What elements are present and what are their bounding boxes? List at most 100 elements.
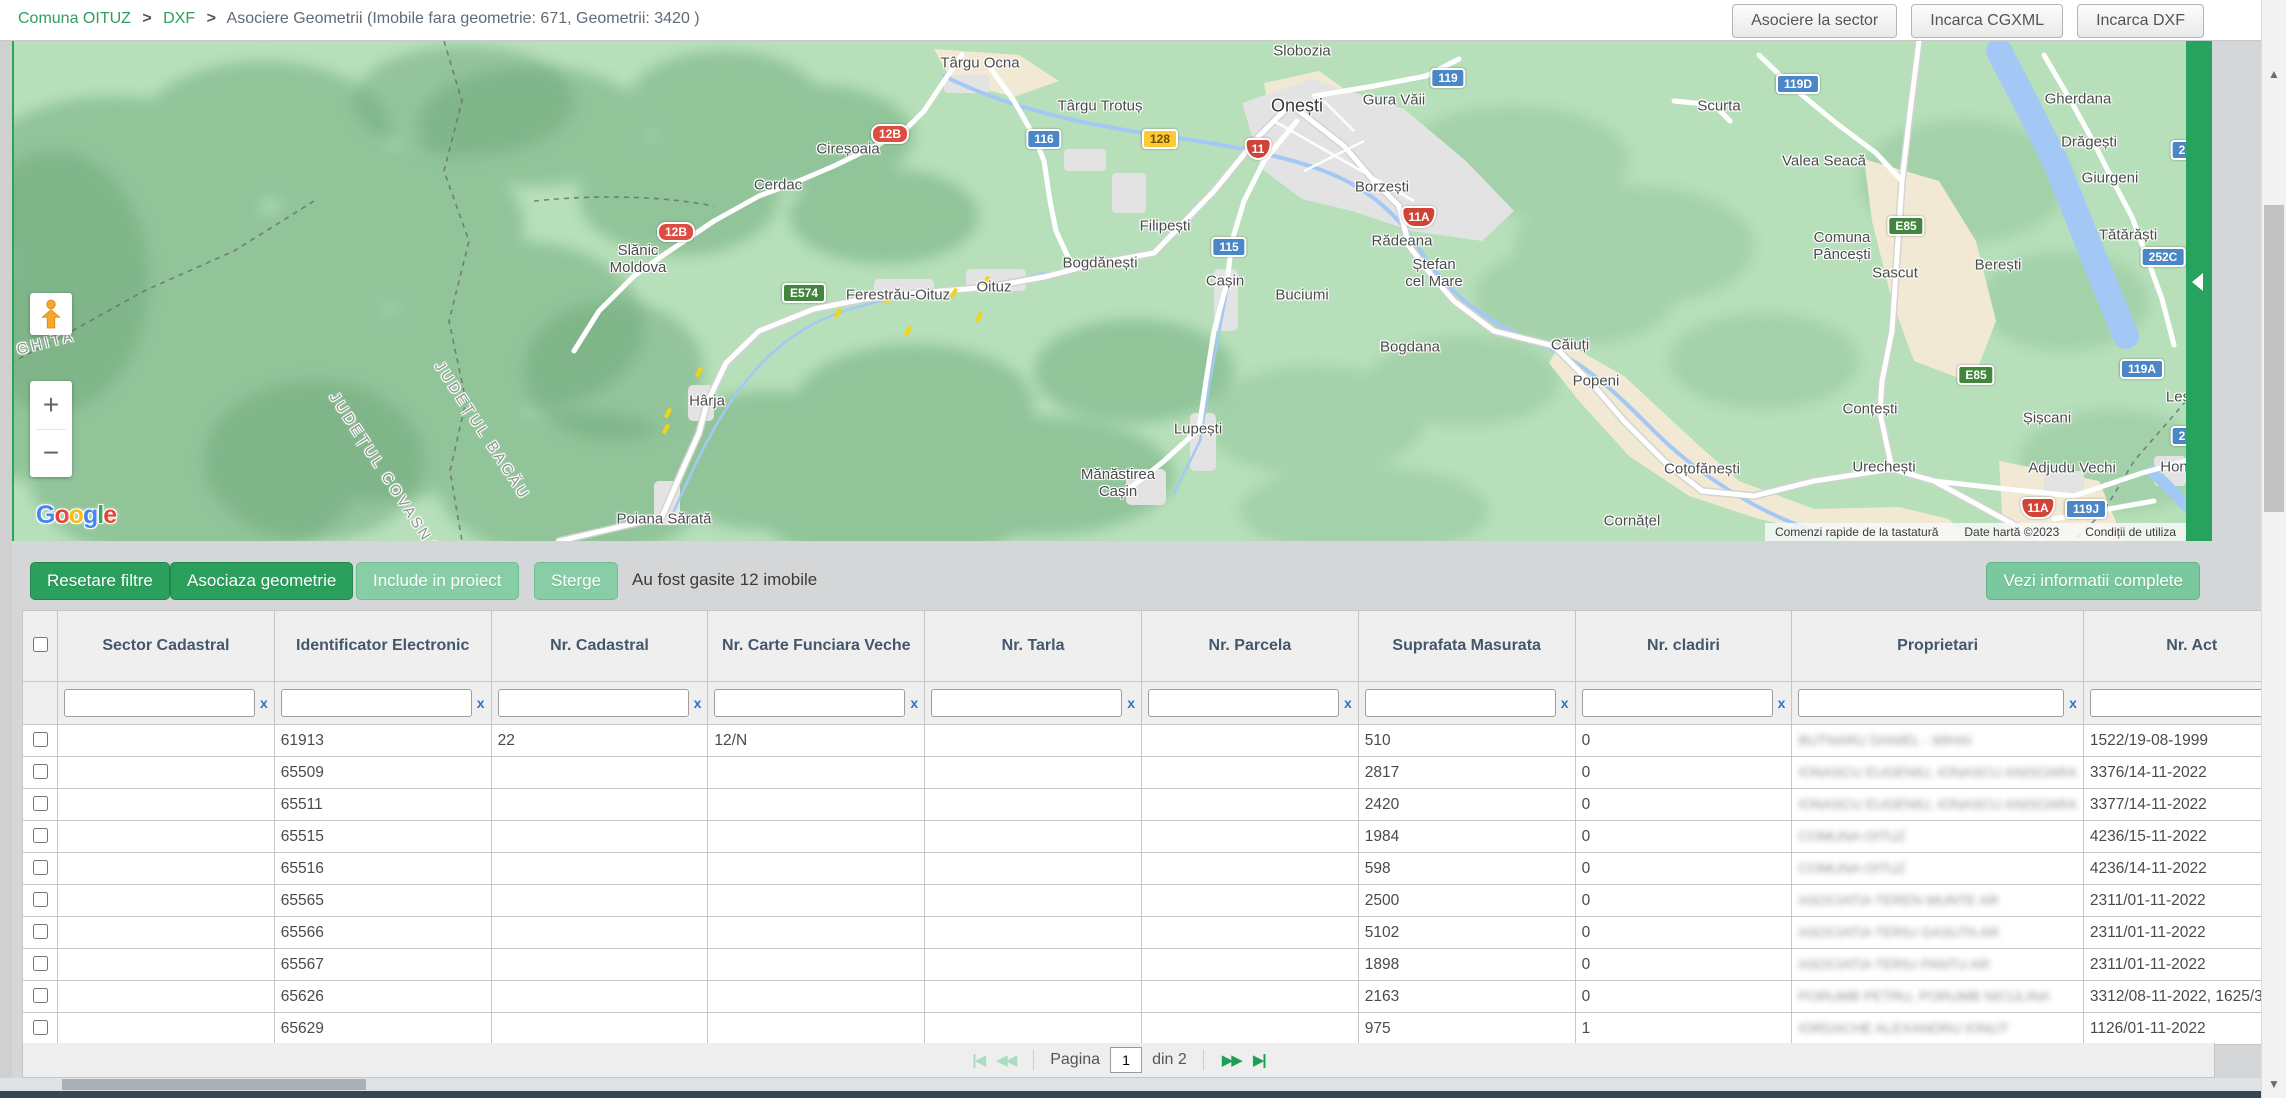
first-page-button[interactable]: |◀ (972, 1051, 984, 1069)
column-header-supm[interactable]: Suprafata Masurata (1358, 611, 1575, 682)
clear-filter-ie[interactable]: x (477, 693, 485, 713)
breadcrumb-link-comuna[interactable]: Comuna OITUZ (18, 10, 131, 27)
hscroll-thumb[interactable] (62, 1079, 366, 1090)
pager-page-label: Pagina (1050, 1051, 1100, 1069)
clear-filter-supm[interactable]: x (1561, 693, 1569, 713)
breadcrumb-link-dxf[interactable]: DXF (163, 10, 195, 27)
page-title: Asociere Geometrii (Imobile fara geometr… (227, 10, 700, 27)
map-collapse-bar[interactable] (2186, 41, 2212, 541)
cell-parcela (1141, 981, 1358, 1013)
column-header-ie[interactable]: Identificator Electronic (274, 611, 491, 682)
row-checkbox[interactable] (33, 892, 48, 907)
cell-cad (491, 885, 708, 917)
filter-input-cladiri[interactable] (1582, 689, 1773, 717)
filter-input-cf[interactable] (714, 689, 905, 717)
last-page-button[interactable]: ▶| (1253, 1051, 1265, 1069)
topbar-button-asociere-la-sector[interactable]: Asociere la sector (1732, 4, 1897, 38)
filter-input-supm[interactable] (1365, 689, 1556, 717)
cell-cladiri: 1 (1575, 1013, 1792, 1045)
toolbar-button-include-in-proiect[interactable]: Include in proiect (356, 562, 519, 600)
cell-tarla (925, 725, 1142, 757)
row-checkbox[interactable] (33, 1020, 48, 1035)
clear-filter-cladiri[interactable]: x (1778, 693, 1786, 713)
prev-page-button[interactable]: ◀◀ (996, 1051, 1015, 1069)
topbar-button-incarca-dxf[interactable]: Incarca DXF (2077, 4, 2204, 38)
table-row[interactable]: 6556525000ASOCIATIA TEREN MUNTE AR2311/0… (23, 885, 2286, 917)
row-checkbox[interactable] (33, 860, 48, 875)
row-checkbox[interactable] (33, 796, 48, 811)
column-header-cf[interactable]: Nr. Carte Funciara Veche (708, 611, 925, 682)
google-logo[interactable]: Google (36, 501, 116, 530)
row-checkbox[interactable] (33, 956, 48, 971)
filter-input-sector[interactable] (64, 689, 255, 717)
row-checkbox[interactable] (33, 764, 48, 779)
terms-link[interactable]: Condiții de utiliza (2085, 525, 2176, 539)
column-header-prop[interactable]: Proprietari (1792, 611, 2084, 682)
map-label: Slobozia (1273, 43, 1331, 60)
row-checkbox[interactable] (33, 924, 48, 939)
keyboard-shortcuts-link[interactable]: Comenzi rapide de la tastatură (1775, 525, 1938, 539)
filter-cell-supm: x (1358, 682, 1575, 725)
column-header-sector[interactable]: Sector Cadastral (58, 611, 275, 682)
google-map[interactable]: Târgu OcnaTârgu TrotușSloboziaOneștiGura… (14, 41, 2186, 541)
table-row[interactable]: 6551519840COMUNA OITUZ4236/15-11-2022198… (23, 821, 2286, 853)
column-header-cad[interactable]: Nr. Cadastral (491, 611, 708, 682)
toolbar-button-asociaza-geometrie[interactable]: Asociaza geometrie (170, 562, 353, 600)
filter-input-cad[interactable] (498, 689, 689, 717)
table-row[interactable]: 6551124200IONASCU EUGENIU, IONASCU ANISO… (23, 789, 2286, 821)
scroll-down-icon[interactable]: ▼ (2262, 1074, 2286, 1094)
filter-input-parcela[interactable] (1148, 689, 1339, 717)
filter-input-ie[interactable] (281, 689, 472, 717)
cell-parcela (1141, 885, 1358, 917)
column-header-cladiri[interactable]: Nr. cladiri (1575, 611, 1792, 682)
zoom-out-button[interactable]: − (30, 430, 72, 478)
column-header-act[interactable]: Nr. Act (2083, 611, 2286, 682)
toolbar-button-resetare-filtre[interactable]: Resetare filtre (30, 562, 170, 600)
filter-input-act[interactable] (2090, 689, 2281, 717)
next-page-button[interactable]: ▶▶ (1222, 1051, 1241, 1069)
scroll-up-icon[interactable]: ▲ (2262, 64, 2286, 84)
pegman-control[interactable] (30, 293, 72, 335)
toolbar-button-sterge[interactable]: Sterge (534, 562, 618, 600)
page-number-input[interactable] (1110, 1047, 1142, 1073)
route-badge-252C: 252C (2141, 247, 2186, 267)
map-label: Buciumi (1275, 287, 1328, 304)
table-row[interactable]: 6556651020ASOCIATIA TERIU GASUTA AR2311/… (23, 917, 2286, 949)
filter-input-prop[interactable] (1798, 689, 2064, 717)
clear-filter-prop[interactable]: x (2069, 693, 2077, 713)
cell-supm: 2420 (1358, 789, 1575, 821)
horizontal-scrollbar[interactable] (0, 1078, 2262, 1091)
clear-filter-sector[interactable]: x (260, 693, 268, 713)
select-all-checkbox[interactable] (33, 637, 48, 652)
filter-input-tarla[interactable] (931, 689, 1122, 717)
table-row[interactable]: 656299751IORDACHE ALEXANDRU IONUT1126/01… (23, 1013, 2286, 1045)
topbar-button-incarca-cgxml[interactable]: Incarca CGXML (1911, 4, 2063, 38)
row-checkbox[interactable] (33, 828, 48, 843)
clear-filter-cf[interactable]: x (910, 693, 918, 713)
vertical-scrollbar[interactable]: ▲ ▼ (2261, 0, 2286, 1098)
full-info-button[interactable]: Vezi informatii complete (1986, 562, 2200, 600)
map-label: Tătărăști (2099, 227, 2157, 244)
clear-filter-parcela[interactable]: x (1344, 693, 1352, 713)
row-checkbox[interactable] (33, 988, 48, 1003)
column-header-parcela[interactable]: Nr. Parcela (1141, 611, 1358, 682)
table-row[interactable]: 6556718980ASOCIATIA TERIU PANTU AR2311/0… (23, 949, 2286, 981)
cell-tarla (925, 981, 1142, 1013)
table-row[interactable]: 6550928170IONASCU EUGENIU, IONASCU ANISO… (23, 757, 2286, 789)
table-row[interactable]: 655165980COMUNA OITUZ4236/14-11-2022598D… (23, 853, 2286, 885)
table-row[interactable]: 6562621630PORUMB PETRU, PORUMB NICULINA3… (23, 981, 2286, 1013)
vscroll-thumb[interactable] (2264, 205, 2284, 512)
zoom-in-button[interactable]: + (30, 381, 72, 429)
clear-filter-tarla[interactable]: x (1127, 693, 1135, 713)
cell-prop: IORDACHE ALEXANDRU IONUT (1792, 1013, 2084, 1045)
table-row[interactable]: 619132212/N5100BUTNARU DANIEL - MIHAI152… (23, 725, 2286, 757)
clear-filter-cad[interactable]: x (694, 693, 702, 713)
row-checkbox[interactable] (33, 732, 48, 747)
map-label: Șișcani (2023, 410, 2071, 427)
map-label: Valea Seacă (1782, 153, 1866, 170)
proprietari-redacted: BUTNARU DANIEL - MIHAI (1798, 732, 1971, 748)
map-label: SlănicMoldova (610, 242, 667, 276)
cell-act: 3312/08-11-2022, 1625/31-05-2022, 1990/2… (2083, 981, 2286, 1013)
column-header-tarla[interactable]: Nr. Tarla (925, 611, 1142, 682)
cell-sector (58, 789, 275, 821)
